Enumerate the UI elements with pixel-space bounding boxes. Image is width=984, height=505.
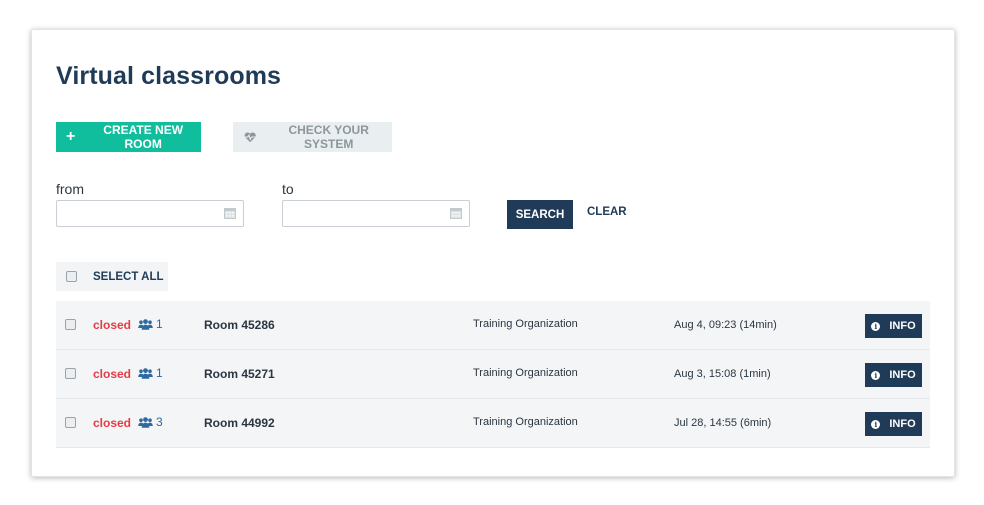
check-your-system-button[interactable]: CHECK YOUR SYSTEM <box>233 122 392 152</box>
room-date: Jul 28, 14:55 (6min) <box>674 417 772 429</box>
select-all-checkbox[interactable] <box>66 271 77 282</box>
room-organization: Training Organization <box>473 318 578 330</box>
search-button[interactable]: SEARCH <box>507 200 573 229</box>
participants: 1 <box>138 366 163 380</box>
room-list: closed 1 Room 45286 Training Organizatio… <box>56 301 930 448</box>
row-checkbox[interactable] <box>65 319 76 330</box>
from-date-field[interactable] <box>56 200 244 227</box>
calendar-icon[interactable] <box>224 207 236 219</box>
participants: 1 <box>138 317 163 331</box>
room-organization: Training Organization <box>473 416 578 428</box>
info-button[interactable]: i INFO <box>865 363 922 387</box>
info-label: INFO <box>889 369 916 381</box>
users-icon <box>138 318 153 330</box>
users-icon <box>138 416 153 428</box>
select-all[interactable]: SELECT ALL <box>56 262 168 291</box>
calendar-icon[interactable] <box>450 207 462 219</box>
users-icon <box>138 367 153 379</box>
room-row: closed 3 Room 44992 Training Organizatio… <box>56 399 930 448</box>
select-all-label: SELECT ALL <box>93 270 164 283</box>
room-row: closed 1 Room 45286 Training Organizatio… <box>56 301 930 350</box>
info-button[interactable]: i INFO <box>865 314 922 338</box>
room-name: Room 45271 <box>204 367 275 381</box>
classrooms-panel: Virtual classrooms + CREATE NEW ROOM CHE… <box>31 29 955 477</box>
room-date: Aug 4, 09:23 (14min) <box>674 319 777 331</box>
room-name: Room 45286 <box>204 318 275 332</box>
to-date-field[interactable] <box>282 200 470 227</box>
info-icon: i <box>871 419 881 429</box>
create-new-room-button[interactable]: + CREATE NEW ROOM <box>56 122 201 152</box>
from-label: from <box>56 181 84 197</box>
status-badge: closed <box>93 416 132 430</box>
info-label: INFO <box>889 320 916 332</box>
status-badge: closed <box>93 367 132 381</box>
room-name: Room 44992 <box>204 416 275 430</box>
create-new-room-label: CREATE NEW ROOM <box>103 123 184 151</box>
check-your-system-label: CHECK YOUR SYSTEM <box>288 123 369 151</box>
info-icon: i <box>871 321 881 331</box>
participant-count: 3 <box>156 415 163 429</box>
to-label: to <box>282 181 294 197</box>
from-date-input[interactable] <box>63 201 217 227</box>
room-date: Aug 3, 15:08 (1min) <box>674 368 771 380</box>
participant-count: 1 <box>156 366 163 380</box>
page-title: Virtual classrooms <box>56 62 282 90</box>
row-checkbox[interactable] <box>65 417 76 428</box>
room-row: closed 1 Room 45271 Training Organizatio… <box>56 350 930 399</box>
plus-icon: + <box>66 128 76 145</box>
row-checkbox[interactable] <box>65 368 76 379</box>
clear-button[interactable]: CLEAR <box>587 206 627 218</box>
room-organization: Training Organization <box>473 367 578 379</box>
info-icon: i <box>871 370 881 380</box>
status-badge: closed <box>93 318 132 332</box>
info-label: INFO <box>889 418 916 430</box>
participants: 3 <box>138 415 163 429</box>
to-date-input[interactable] <box>289 201 443 227</box>
heartbeat-icon <box>244 131 256 142</box>
participant-count: 1 <box>156 317 163 331</box>
info-button[interactable]: i INFO <box>865 412 922 436</box>
